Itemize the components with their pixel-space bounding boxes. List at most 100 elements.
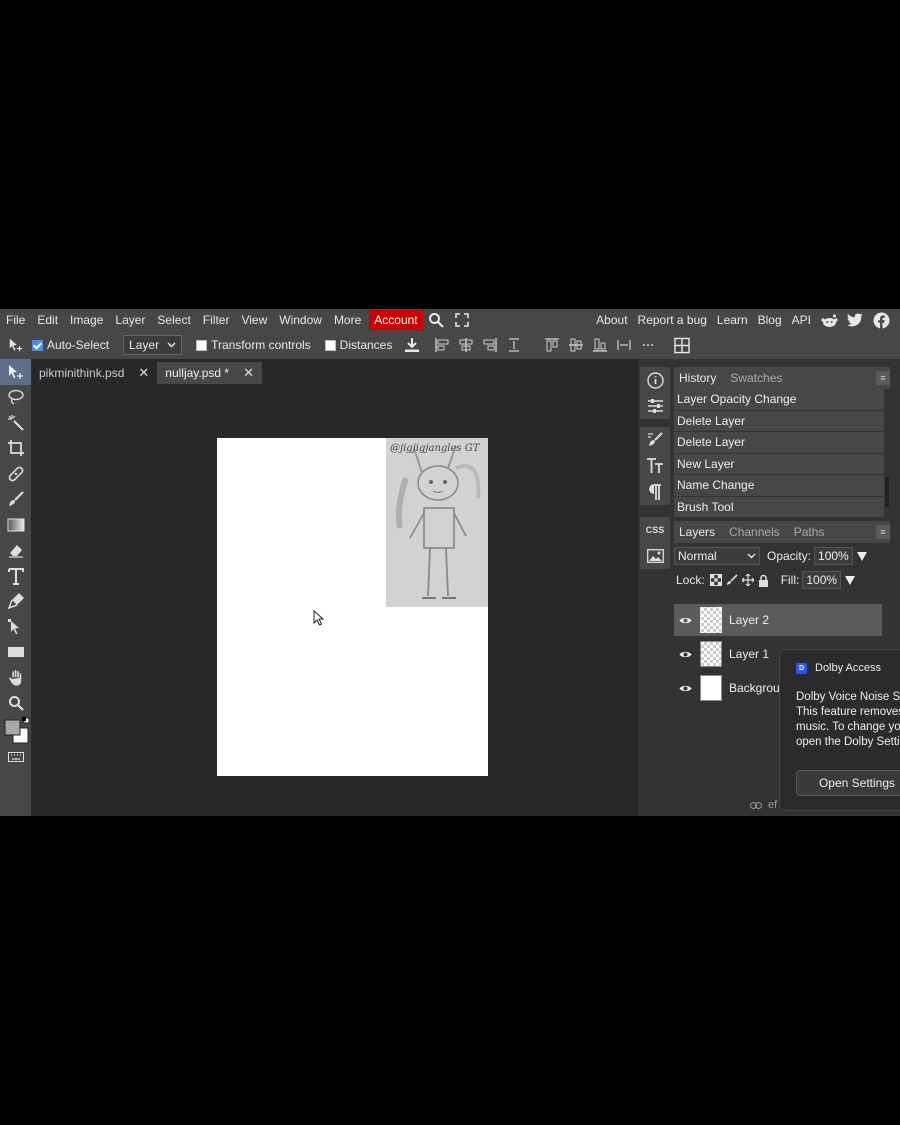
menu-layer[interactable]: Layer: [109, 309, 151, 331]
tool-zoom[interactable]: [0, 691, 31, 717]
opacity-input[interactable]: 100%: [814, 547, 853, 565]
character-icon[interactable]: [640, 453, 670, 479]
tool-gradient[interactable]: [0, 512, 31, 538]
layer-name[interactable]: Layer 1: [729, 647, 769, 661]
link-api[interactable]: API: [787, 309, 816, 331]
brush-settings-icon[interactable]: [640, 427, 670, 453]
lock-all-icon[interactable]: [758, 574, 769, 587]
fullscreen-icon[interactable]: [453, 311, 471, 329]
align-middle-icon[interactable]: [568, 337, 584, 353]
grid-icon[interactable]: [674, 337, 691, 353]
lock-position-move-icon[interactable]: [741, 574, 754, 586]
tool-lasso[interactable]: [0, 385, 31, 411]
download-icon[interactable]: [404, 337, 420, 353]
history-entry[interactable]: Delete Layer: [674, 432, 884, 453]
eye-icon[interactable]: [674, 650, 696, 659]
fill-input[interactable]: 100%: [802, 571, 842, 589]
menu-window[interactable]: Window: [273, 309, 328, 331]
image-icon[interactable]: [640, 543, 670, 569]
auto-select-check-icon[interactable]: [32, 339, 43, 351]
close-icon[interactable]: ✕: [138, 365, 149, 381]
menu-edit[interactable]: Edit: [31, 309, 64, 331]
transform-controls-checkbox[interactable]: Transform controls: [196, 338, 311, 352]
distribute-vertical-icon[interactable]: [616, 337, 632, 353]
zoom-icon: [8, 696, 24, 712]
history-entry[interactable]: Layer Opacity Change: [674, 389, 884, 410]
tool-type[interactable]: [0, 563, 31, 589]
account-button[interactable]: Account: [369, 310, 423, 330]
tab-channels[interactable]: Channels: [724, 525, 785, 539]
lock-transparency-icon[interactable]: [709, 574, 722, 586]
layer-row[interactable]: Layer 2: [674, 604, 882, 636]
paragraph-icon[interactable]: [640, 479, 670, 505]
info-icon[interactable]: [640, 367, 670, 393]
auto-select-target-dropdown[interactable]: Layer: [123, 335, 183, 355]
tool-healing[interactable]: [0, 461, 31, 487]
link-layers-icon[interactable]: [750, 801, 762, 809]
adjustments-icon[interactable]: [640, 393, 670, 419]
transform-controls-check-icon[interactable]: [196, 339, 208, 351]
link-report-bug[interactable]: Report a bug: [633, 309, 712, 331]
more-options-icon[interactable]: [640, 337, 656, 353]
tab-pikminithink[interactable]: pikminithink.psd ✕: [31, 362, 157, 384]
link-about[interactable]: About: [591, 309, 632, 331]
align-top-icon[interactable]: [544, 337, 560, 353]
tool-eraser[interactable]: [0, 538, 31, 564]
align-right-icon[interactable]: [482, 337, 498, 353]
color-swatches[interactable]: [0, 716, 31, 746]
lock-pixels-brush-icon[interactable]: [726, 574, 738, 586]
menu-view[interactable]: View: [235, 309, 273, 331]
tool-hand[interactable]: [0, 665, 31, 691]
history-entry[interactable]: Delete Layer: [674, 410, 884, 431]
tool-pen[interactable]: [0, 589, 31, 615]
tool-move[interactable]: [0, 359, 31, 385]
tool-magic-wand[interactable]: [0, 410, 31, 436]
layer-name[interactable]: Layer 2: [729, 613, 769, 627]
tool-brush[interactable]: [0, 487, 31, 513]
history-entry[interactable]: Name Change: [674, 475, 884, 496]
open-settings-button[interactable]: Open Settings: [796, 770, 900, 796]
align-left-icon[interactable]: [434, 337, 450, 353]
distribute-horizontal-icon[interactable]: [506, 337, 522, 353]
tab-swatches[interactable]: Swatches: [725, 371, 787, 385]
tab-nulljay[interactable]: nulljay.psd * ✕: [157, 362, 263, 384]
twitter-icon[interactable]: [846, 311, 864, 329]
eye-icon[interactable]: [674, 616, 696, 625]
tab-paths[interactable]: Paths: [789, 525, 830, 539]
tool-crop[interactable]: [0, 436, 31, 462]
opacity-dropdown-icon[interactable]: [856, 551, 867, 561]
facebook-icon[interactable]: [872, 311, 890, 329]
menu-image[interactable]: Image: [64, 309, 109, 331]
reddit-icon[interactable]: [820, 311, 838, 329]
tool-path-select[interactable]: [0, 614, 31, 640]
history-scrollbar[interactable]: [885, 477, 889, 507]
align-center-icon[interactable]: [458, 337, 474, 353]
tool-rectangle[interactable]: [0, 640, 31, 666]
close-icon[interactable]: ✕: [243, 365, 254, 381]
document-canvas[interactable]: @jigjigjangles GT: [217, 438, 488, 776]
panel-menu-icon[interactable]: ≡: [876, 525, 890, 539]
layer-name[interactable]: Backgrour: [729, 681, 784, 695]
bandage-icon: [8, 466, 23, 482]
fill-dropdown-icon[interactable]: [845, 575, 856, 585]
distances-check-icon[interactable]: [324, 339, 336, 351]
css-icon[interactable]: CSS: [640, 517, 670, 543]
distances-checkbox[interactable]: Distances: [324, 338, 392, 352]
menu-filter[interactable]: Filter: [197, 309, 236, 331]
history-entry[interactable]: Brush Tool: [674, 496, 884, 517]
eye-icon[interactable]: [674, 684, 696, 693]
link-blog[interactable]: Blog: [753, 309, 787, 331]
panel-menu-icon[interactable]: ≡: [876, 371, 890, 385]
menu-file[interactable]: File: [0, 309, 31, 331]
menu-more[interactable]: More: [328, 309, 367, 331]
tab-history[interactable]: History: [674, 371, 721, 385]
menu-select[interactable]: Select: [151, 309, 196, 331]
align-bottom-icon[interactable]: [592, 337, 608, 353]
blend-mode-dropdown[interactable]: Normal: [674, 547, 760, 565]
link-learn[interactable]: Learn: [712, 309, 753, 331]
tab-layers[interactable]: Layers: [674, 525, 720, 539]
keyboard-shortcuts[interactable]: [0, 746, 31, 768]
search-icon[interactable]: [427, 311, 445, 329]
auto-select-checkbox[interactable]: Auto-Select: [32, 338, 109, 352]
history-entry[interactable]: New Layer: [674, 453, 884, 474]
